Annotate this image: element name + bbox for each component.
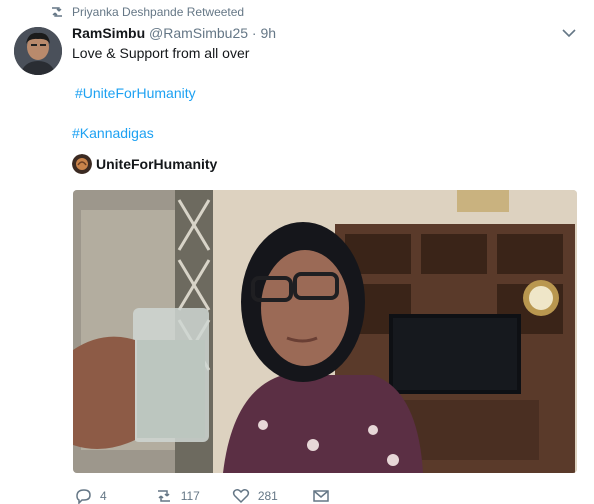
- avatar[interactable]: [14, 27, 62, 75]
- reply-button[interactable]: 4: [74, 488, 107, 504]
- author-name[interactable]: RamSimbu: [72, 25, 145, 41]
- reply-count: 4: [100, 489, 107, 503]
- tweet-actions: 4 117 281: [74, 488, 338, 504]
- tweet-text: Love & Support from all over: [72, 45, 250, 61]
- chevron-down-icon[interactable]: [562, 28, 576, 38]
- like-count: 281: [257, 489, 278, 503]
- card-logo-icon: [72, 154, 92, 174]
- reply-icon: [76, 489, 91, 504]
- time-separator: ·: [248, 25, 261, 41]
- retweet-icon: [52, 7, 62, 17]
- author-handle[interactable]: @RamSimbu25: [149, 25, 248, 41]
- hashtag-link[interactable]: #Kannadigas: [72, 125, 154, 141]
- retweet-count: 117: [180, 489, 200, 503]
- retweet-context: Priyanka Deshpande Retweeted: [50, 3, 244, 21]
- like-button[interactable]: 281: [232, 488, 278, 504]
- hashtag-link[interactable]: #UniteForHumanity: [75, 85, 196, 101]
- card-title-text: UniteForHumanity: [96, 156, 218, 172]
- tweet-header: RamSimbu @RamSimbu25 · 9h: [72, 25, 276, 41]
- envelope-icon: [313, 490, 329, 502]
- tweet-timestamp[interactable]: 9h: [261, 25, 277, 41]
- heart-icon: [232, 489, 249, 504]
- video-thumbnail[interactable]: [73, 190, 577, 473]
- video-frame-image: [73, 190, 577, 473]
- retweet-icon: [157, 490, 170, 502]
- tweet[interactable]: Priyanka Deshpande Retweeted RamSimbu @R…: [0, 0, 594, 504]
- card-title[interactable]: UniteForHumanity: [72, 154, 217, 174]
- message-button[interactable]: [312, 488, 338, 504]
- retweet-button[interactable]: 117: [155, 488, 200, 504]
- retweet-text: Priyanka Deshpande Retweeted: [72, 5, 245, 19]
